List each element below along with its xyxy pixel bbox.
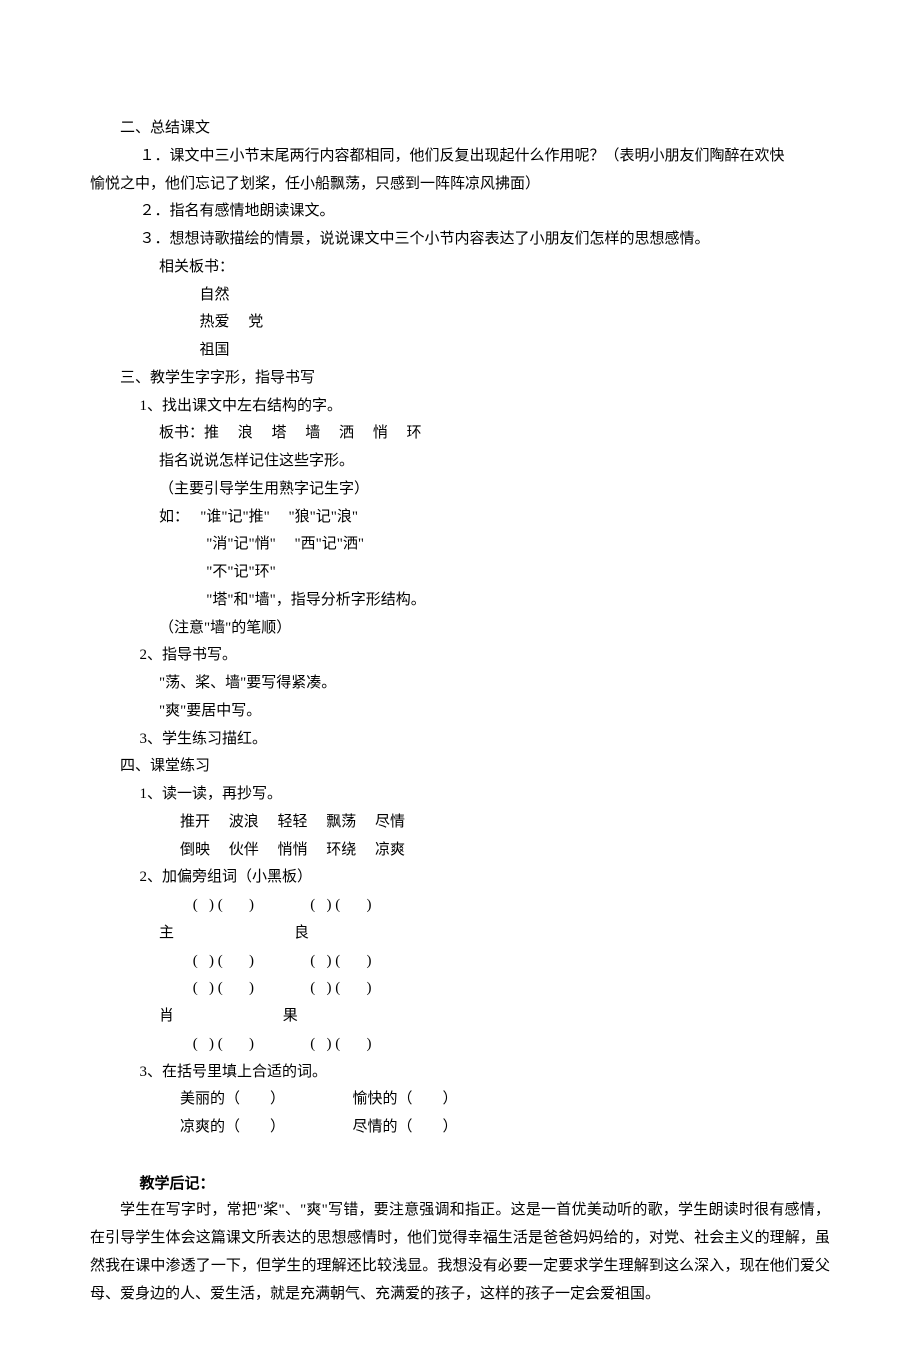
s4-grid-e: 肖 果: [90, 1003, 830, 1031]
section-4-heading: 四、课堂练习: [90, 753, 830, 781]
s2-board-line-1: 自然: [90, 282, 830, 310]
teaching-notes-paragraph: 学生在写字时，常把"桨"、"爽"写错，要注意强调和指正。这是一首优美动听的歌，学…: [90, 1197, 830, 1308]
s3-q3: 3、学生练习描红。: [90, 726, 830, 754]
s3-q1: 1、找出课文中左右结构的字。: [90, 393, 830, 421]
s4-q1a: 推开 波浪 轻轻 飘荡 尽情: [90, 809, 830, 837]
s4-q3a: 美丽的（ ） 愉快的（ ）: [90, 1086, 830, 1114]
s2-board-heading: 相关板书：: [90, 254, 830, 282]
s3-q1d: 如： "谁"记"推" "狼"记"浪": [90, 504, 830, 532]
s2-point-1a: １．课文中三小节末尾两行内容都相同，他们反复出现起什么作用呢？（表明小朋友们陶醉…: [90, 143, 830, 171]
s2-point-1b: 愉悦之中，他们忘记了划桨，任小船飘荡，只感到一阵阵凉风拂面）: [90, 171, 830, 199]
s4-grid-f: ( ) ( ) ( ) ( ): [90, 1031, 830, 1059]
s4-grid-c: ( ) ( ) ( ) ( ): [90, 948, 830, 976]
s2-point-3: ３．想想诗歌描绘的情景，说说课文中三个小节内容表达了小朋友们怎样的思想感情。: [90, 226, 830, 254]
s2-point-2: ２．指名有感情地朗读课文。: [90, 198, 830, 226]
s3-q2: 2、指导书写。: [90, 642, 830, 670]
s3-q2a: "荡、桨、墙"要写得紧凑。: [90, 670, 830, 698]
s4-q1b: 倒映 伙伴 悄悄 环绕 凉爽: [90, 837, 830, 865]
s4-grid-d: ( ) ( ) ( ) ( ): [90, 975, 830, 1003]
s3-q1a: 板书：推 浪 塔 墙 洒 悄 环: [90, 420, 830, 448]
s4-q2: 2、加偏旁组词（小黑板）: [90, 864, 830, 892]
s4-q1: 1、读一读，再抄写。: [90, 781, 830, 809]
s4-grid-b: 主 良: [90, 920, 830, 948]
s3-q1c: （主要引导学生用熟字记生字）: [90, 476, 830, 504]
section-3-heading: 三、教学生字字形，指导书写: [90, 365, 830, 393]
s4-q3b: 凉爽的（ ） 尽情的（ ）: [90, 1114, 830, 1142]
s4-grid-a: ( ) ( ) ( ) ( ): [90, 892, 830, 920]
s3-q1f: "不"记"环": [90, 559, 830, 587]
blank-line: [90, 1142, 830, 1170]
s3-q1h: （注意"墙"的笔顺）: [90, 615, 830, 643]
section-2-heading: 二、总结课文: [90, 115, 830, 143]
teaching-notes-heading: 教学后记：: [90, 1170, 830, 1198]
s3-q1e: "消"记"悄" "西"记"洒": [90, 531, 830, 559]
s3-q1b: 指名说说怎样记住这些字形。: [90, 448, 830, 476]
s2-board-line-2: 热爱 党: [90, 309, 830, 337]
s4-q3: 3、在括号里填上合适的词。: [90, 1059, 830, 1087]
s3-q2b: "爽"要居中写。: [90, 698, 830, 726]
s3-q1g: "塔"和"墙"，指导分析字形结构。: [90, 587, 830, 615]
s2-board-line-3: 祖国: [90, 337, 830, 365]
